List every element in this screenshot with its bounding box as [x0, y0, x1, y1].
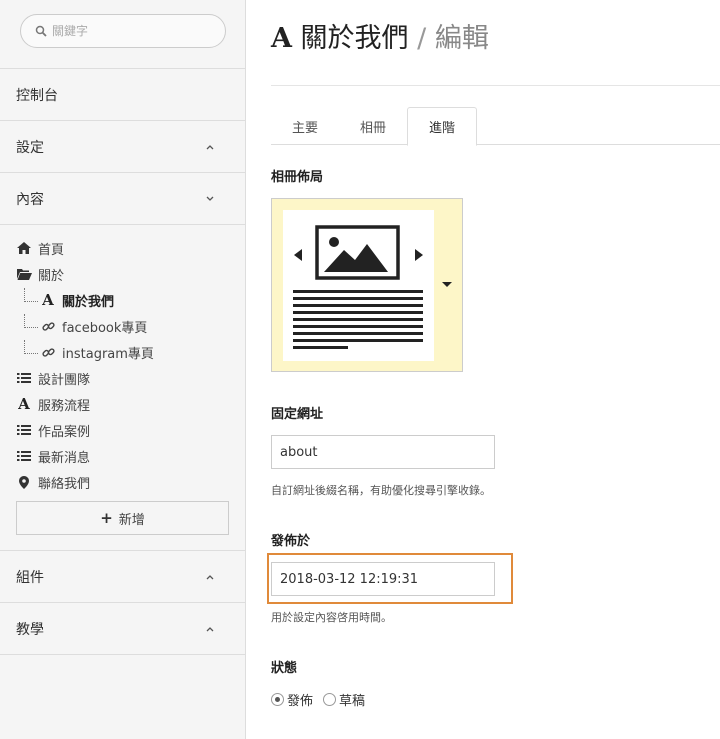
radio-label: 發佈: [287, 694, 314, 709]
folder-open-icon: [16, 267, 32, 281]
tab-bar: 主要 相冊 進階: [271, 107, 720, 146]
slug-input[interactable]: [271, 435, 495, 469]
divider: [271, 85, 720, 86]
tree-item-label: instagram專頁: [62, 346, 154, 362]
page-title-action: 編輯: [434, 23, 489, 54]
publish-at-help: 用於設定內容啓用時間。: [271, 611, 392, 624]
tree-item-label: facebook專頁: [62, 320, 148, 336]
caret-down-icon: [442, 282, 452, 287]
nav-components-label: 組件: [16, 569, 44, 586]
nav-content[interactable]: 內容: [0, 173, 245, 225]
publish-at-label: 發佈於: [271, 534, 311, 549]
nav-dashboard-label: 控制台: [16, 87, 58, 104]
tab-advanced[interactable]: 進階: [407, 107, 478, 146]
home-icon: [16, 241, 32, 255]
tree-item-home[interactable]: 首頁: [16, 235, 229, 261]
title-separator: /: [417, 23, 427, 54]
tree-item-label: 設計團隊: [38, 372, 91, 388]
page-type-icon: A: [271, 23, 292, 54]
publish-at-input[interactable]: [271, 562, 495, 596]
tree-item-instagram[interactable]: instagram專頁: [16, 339, 229, 365]
radio-label: 草稿: [339, 694, 366, 709]
search-icon: [34, 24, 48, 38]
chevron-up-icon: [205, 142, 215, 152]
album-layout-label: 相冊佈局: [271, 170, 324, 185]
tree-item-about[interactable]: 關於: [16, 261, 229, 287]
add-item-label: 新增: [118, 512, 145, 528]
list-icon: [16, 449, 32, 463]
nav-tutorial-label: 教學: [16, 621, 44, 638]
chevron-up-icon: [205, 624, 215, 634]
nav-settings-label: 設定: [16, 139, 44, 156]
chevron-up-icon: [205, 572, 215, 582]
status-label: 狀態: [271, 661, 298, 676]
page-icon: A: [42, 291, 54, 309]
tree-item-label: 關於: [38, 268, 65, 284]
link-icon: [40, 319, 56, 333]
list-icon: [16, 371, 32, 385]
link-icon: [40, 345, 56, 359]
nav-tutorial[interactable]: 教學: [0, 603, 245, 655]
search-box[interactable]: [20, 14, 226, 48]
tree-item-label: 關於我們: [62, 294, 115, 310]
tree-item-contact[interactable]: 聯絡我們: [16, 469, 229, 495]
slider-layout-icon: [293, 225, 423, 349]
layout-preview: [283, 210, 434, 361]
map-marker-icon: [16, 475, 32, 489]
tree-item-service-flow[interactable]: A 服務流程: [16, 391, 229, 417]
tree-branch: [24, 340, 38, 354]
radio-unchecked[interactable]: [323, 693, 337, 706]
tree-item-label: 服務流程: [38, 398, 91, 414]
nav-dashboard[interactable]: 控制台: [0, 69, 245, 121]
search-input[interactable]: [52, 24, 212, 38]
slug-label: 固定網址: [271, 407, 324, 422]
radio-checked[interactable]: [271, 693, 284, 706]
tab-album[interactable]: 相冊: [339, 107, 407, 145]
content-tree: 首頁 關於 A 關於我們 facebook專頁 instagram專頁 設計團隊…: [0, 225, 245, 551]
search-area: [0, 0, 245, 69]
page-title: A 關於我們 / 編輯: [271, 16, 489, 55]
tree-item-about-us[interactable]: A 關於我們: [16, 287, 229, 313]
status-publish-radio[interactable]: 發佈: [271, 690, 313, 709]
status-radio-group: 發佈 草稿: [271, 690, 375, 709]
tree-item-news[interactable]: 最新消息: [16, 443, 229, 469]
tree-item-label: 最新消息: [38, 450, 91, 466]
tree-item-label: 作品案例: [38, 424, 91, 440]
nav-settings[interactable]: 設定: [0, 121, 245, 173]
plus-icon: +: [100, 509, 113, 527]
slug-help: 自訂網址後綴名稱，有助優化搜尋引擎收錄。: [271, 484, 491, 497]
chevron-down-icon: [205, 194, 215, 204]
tree-item-facebook[interactable]: facebook專頁: [16, 313, 229, 339]
status-draft-radio[interactable]: 草稿: [323, 690, 365, 709]
nav-content-label: 內容: [16, 191, 44, 208]
tree-item-portfolio[interactable]: 作品案例: [16, 417, 229, 443]
tab-main[interactable]: 主要: [271, 107, 339, 145]
list-icon: [16, 423, 32, 437]
tree-branch: [24, 314, 38, 328]
main-content: A 關於我們 / 編輯 主要 相冊 進階 相冊佈局 固定網址 about 自訂網…: [246, 0, 720, 739]
tree-item-label: 聯絡我們: [38, 476, 91, 492]
tree-item-label: 首頁: [38, 242, 65, 258]
album-layout-select[interactable]: [271, 198, 463, 372]
sidebar: 控制台 設定 內容 首頁 關於 A 關於我們 facebook專頁: [0, 0, 246, 739]
page-title-name: 關於我們: [300, 23, 409, 54]
tree-item-design-team[interactable]: 設計團隊: [16, 365, 229, 391]
nav-components[interactable]: 組件: [0, 551, 245, 603]
add-item-button[interactable]: + 新增: [16, 501, 229, 535]
page-icon: A: [18, 395, 30, 413]
tree-branch: [24, 288, 38, 302]
